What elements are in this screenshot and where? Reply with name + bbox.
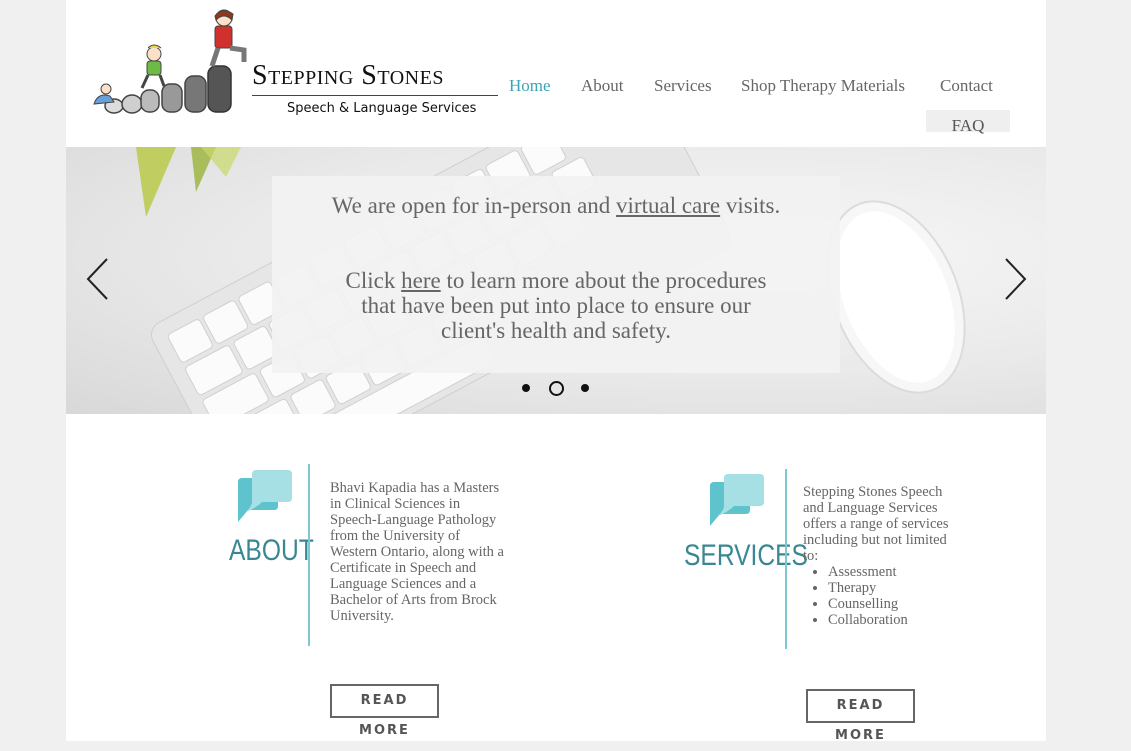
slide-indicator (521, 380, 591, 396)
nav-about[interactable]: About (581, 76, 624, 96)
nav-services[interactable]: Services (654, 76, 712, 96)
list-item: Assessment (828, 564, 963, 580)
here-link[interactable]: here (401, 268, 441, 293)
services-divider (785, 469, 787, 649)
slide-dot-2-active[interactable] (549, 381, 564, 396)
about-text: Bhavi Kapadia has a Masters in Clinical … (330, 480, 504, 624)
brand-divider (252, 95, 498, 96)
brand-tagline: Speech & Language Services (287, 101, 477, 116)
virtual-care-link[interactable]: virtual care (616, 193, 720, 218)
next-slide-arrow-icon[interactable] (1002, 257, 1028, 301)
services-intro: Stepping Stones Speech and Language Serv… (803, 484, 949, 564)
about-title: ABOUT (229, 534, 314, 567)
speech-bubbles-icon (238, 470, 292, 522)
slide-dot-1[interactable] (522, 384, 530, 392)
announcement-line-2: Click here to learn more about the proce… (345, 268, 767, 343)
nav-contact[interactable]: Contact (940, 76, 993, 96)
hero-slider: We are open for in-person and virtual ca… (66, 147, 1046, 414)
brand-name: Stepping Stones (252, 60, 444, 91)
site-header: Stepping Stones Speech & Language Servic… (66, 0, 1046, 135)
services-read-more-button[interactable]: READ MORE (806, 689, 915, 743)
list-item: Counselling (828, 596, 963, 612)
nav-home[interactable]: Home (509, 76, 551, 96)
nav-shop-therapy-materials[interactable]: Shop Therapy Materials (741, 76, 905, 96)
about-read-more-button[interactable]: READ MORE (330, 684, 439, 738)
page: Stepping Stones Speech & Language Servic… (66, 0, 1046, 743)
list-item: Therapy (828, 580, 963, 596)
services-list: Assessment Therapy Counselling Collabora… (803, 564, 963, 628)
list-item: Collaboration (828, 612, 963, 628)
nav-faq[interactable]: FAQ (926, 110, 1010, 135)
speech-bubbles-icon (710, 474, 764, 526)
announcement-box: We are open for in-person and virtual ca… (272, 176, 840, 373)
services-title: SERVICES (684, 539, 808, 572)
stepping-stones-logo-icon (93, 9, 247, 114)
announcement-line-1: We are open for in-person and virtual ca… (331, 193, 781, 218)
logo[interactable]: Stepping Stones Speech & Language Servic… (84, 4, 498, 116)
slide-dot-3[interactable] (581, 384, 589, 392)
services-text: Stepping Stones Speech and Language Serv… (803, 484, 963, 628)
previous-slide-arrow-icon[interactable] (85, 257, 111, 301)
about-divider (308, 464, 310, 646)
